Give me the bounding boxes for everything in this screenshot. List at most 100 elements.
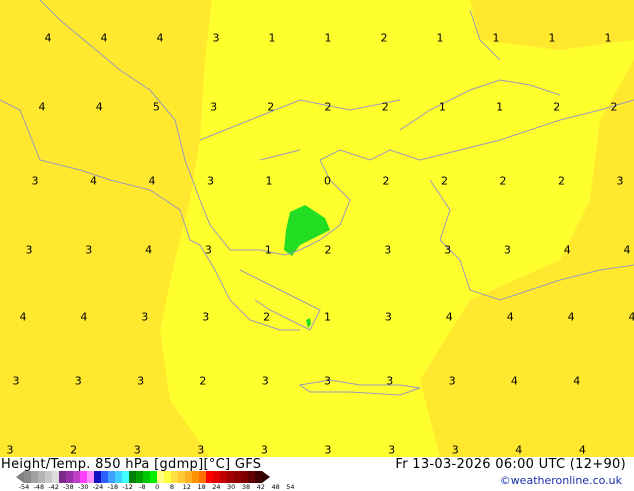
contour-label: 3 (324, 375, 331, 388)
contour-label: 4 (511, 375, 518, 388)
contour-label: 3 (386, 375, 393, 388)
contour-label: 2 (553, 101, 560, 114)
contour-label: 5 (153, 101, 160, 114)
map-footer: Height/Temp. 850 hPa [gdmp][°C] GFS Fr 1… (0, 457, 634, 490)
coastline-blacksea (400, 80, 560, 130)
contour-label: 2 (199, 375, 206, 388)
contour-label: 3 (75, 375, 82, 388)
scale-swatch (115, 471, 122, 483)
contour-label: 3 (141, 311, 148, 324)
scale-swatch (248, 471, 255, 483)
warm-region-west (0, 0, 212, 457)
contour-label: 3 (213, 32, 220, 45)
contour-label: 2 (500, 175, 507, 188)
contour-label: 4 (80, 311, 87, 324)
coastline-greece (210, 100, 634, 255)
border-lines (200, 10, 500, 160)
scale-swatch (150, 471, 157, 483)
contour-label: 4 (90, 175, 97, 188)
warm-region-east (420, 60, 634, 457)
contour-label: 1 (324, 311, 331, 324)
scale-swatch (255, 471, 262, 483)
cool-spot (306, 318, 311, 328)
scale-swatch (199, 471, 206, 483)
contour-label: 3 (452, 444, 459, 457)
contour-label: 3 (13, 375, 20, 388)
contour-label: 4 (568, 311, 575, 324)
scale-swatch (24, 471, 31, 483)
contour-label: 3 (134, 444, 141, 457)
contour-label: 4 (515, 444, 522, 457)
contour-label: 3 (325, 444, 332, 457)
scale-swatch (206, 471, 213, 483)
scale-swatch (38, 471, 45, 483)
contour-label: 4 (157, 32, 164, 45)
contour-label: 2 (263, 311, 270, 324)
contour-label: 2 (558, 175, 565, 188)
scale-swatch (101, 471, 108, 483)
contour-label: 3 (7, 444, 14, 457)
scale-swatch (178, 471, 185, 483)
map-title: Height/Temp. 850 hPa [gdmp][°C] GFS (1, 457, 261, 472)
scale-swatch (234, 471, 241, 483)
contour-label: 1 (325, 32, 332, 45)
contour-label: 1 (605, 32, 612, 45)
scale-swatch (185, 471, 192, 483)
contour-label: 3 (449, 375, 456, 388)
coastline-crete (300, 380, 420, 395)
contour-label: 3 (197, 444, 204, 457)
contour-label: 4 (573, 375, 580, 388)
scale-swatch (227, 471, 234, 483)
scale-swatch (129, 471, 136, 483)
color-scale (16, 471, 270, 483)
cool-region-green (284, 205, 330, 256)
contour-label: 3 (207, 175, 214, 188)
contour-label: 4 (96, 101, 103, 114)
contour-label: 3 (85, 244, 92, 257)
contour-label: 3 (32, 175, 39, 188)
contour-label: 4 (629, 311, 634, 324)
contour-label: 4 (20, 311, 27, 324)
scale-swatch (136, 471, 143, 483)
contour-label: 3 (617, 175, 624, 188)
contour-label: 3 (444, 244, 451, 257)
scale-swatch (73, 471, 80, 483)
scale-swatch (94, 471, 101, 483)
contour-label: 4 (149, 175, 156, 188)
contour-label: 2 (325, 244, 332, 257)
credit-link[interactable]: ©weatheronline.co.uk (500, 474, 622, 487)
scale-swatch (241, 471, 248, 483)
contour-label: 1 (493, 32, 500, 45)
scale-arrow-left (16, 471, 24, 483)
contour-label: 4 (564, 244, 571, 257)
contour-label: 4 (507, 311, 514, 324)
contour-label: 4 (579, 444, 586, 457)
contour-label: 4 (446, 311, 453, 324)
contour-label: 2 (70, 444, 77, 457)
scale-swatch (220, 471, 227, 483)
contour-label: 4 (101, 32, 108, 45)
contour-label: 3 (384, 244, 391, 257)
scale-swatch (122, 471, 129, 483)
contour-label: 2 (381, 32, 388, 45)
contour-label: 2 (611, 101, 618, 114)
contour-label: 4 (624, 244, 631, 257)
contour-label: 1 (266, 175, 273, 188)
contour-label: 1 (265, 244, 272, 257)
contour-label: 3 (261, 444, 268, 457)
scale-swatch (143, 471, 150, 483)
scale-swatch (59, 471, 66, 483)
contour-label: 2 (267, 101, 274, 114)
contour-label: 4 (145, 244, 152, 257)
contour-label: 2 (325, 101, 332, 114)
scale-arrow-right (262, 471, 270, 483)
contour-label: 3 (262, 375, 269, 388)
contour-label: 3 (26, 244, 33, 257)
contour-label: 3 (385, 311, 392, 324)
contour-label: 3 (210, 101, 217, 114)
contour-label: 2 (382, 101, 389, 114)
contour-label: 4 (45, 32, 52, 45)
scale-swatch (66, 471, 73, 483)
contour-label: 2 (441, 175, 448, 188)
scale-swatch (157, 471, 164, 483)
